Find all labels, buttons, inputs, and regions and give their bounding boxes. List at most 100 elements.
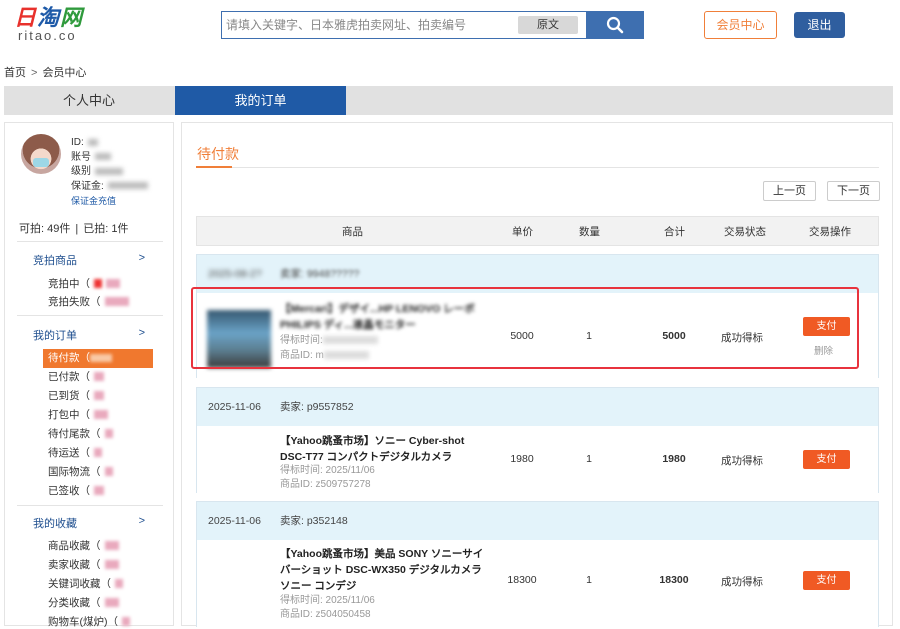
avatar <box>21 134 61 174</box>
sidebar-item-label: 已签收（ <box>48 485 90 497</box>
status: 成功得标 <box>721 576 763 588</box>
sidebar-item-awaiting-shipment[interactable]: 待运送（ <box>48 445 102 460</box>
order-header: 2025-11-06 卖家: p352148 <box>197 502 878 540</box>
deposit-value <box>107 182 148 190</box>
item-id: 商品ID: m <box>280 348 369 363</box>
unit-price: 1980 <box>510 453 534 465</box>
sidebar-item-balance-due[interactable]: 待付尾款（ <box>48 426 113 441</box>
sidebar-item-pending-payment[interactable]: 待付款（ <box>43 349 153 368</box>
user-id-label: ID: <box>71 137 84 148</box>
level-value <box>95 167 123 175</box>
unit-price: 5000 <box>510 330 534 342</box>
title-underline <box>196 166 232 168</box>
sidebar-item-label: 关键词收藏（ <box>48 578 111 590</box>
order-header: 2025-11-06 卖家: p9557852 <box>197 388 878 426</box>
order-seller[interactable]: 卖家: p352148 <box>280 502 348 540</box>
title-rule <box>196 167 879 168</box>
total: 5000 <box>662 330 686 342</box>
sidebar-item-label: 待运送（ <box>48 447 90 459</box>
tab-personal-center[interactable]: 个人中心 <box>4 86 174 115</box>
product-title[interactable]: 【Yahoo跳蚤市场】ソニー Cyber-shot DSC-T77 コンパクトデ… <box>280 433 485 465</box>
sidebar-item-fav-sellers[interactable]: 卖家收藏（ <box>48 557 119 572</box>
sidebar-item-label: 待付款（ <box>48 352 90 364</box>
breadcrumb-separator: > <box>31 67 38 79</box>
sidebar-item-packing[interactable]: 打包中（ <box>48 407 108 422</box>
sidebar-item-label: 竞拍失败（ <box>48 296 101 308</box>
logout-button[interactable]: 退出 <box>794 12 845 38</box>
count-separator: | <box>75 223 79 235</box>
logo-char-3: 网 <box>60 5 84 30</box>
member-center-button[interactable]: 会员中心 <box>704 11 777 39</box>
total: 18300 <box>659 574 689 586</box>
level-label: 级别 <box>71 166 91 177</box>
logo-subtitle: ritao.co <box>18 28 77 43</box>
sidebar-section-favorites[interactable]: 我的收藏 > <box>33 515 145 531</box>
original-text-toggle[interactable]: 原文 <box>518 16 578 34</box>
quantity: 1 <box>586 330 592 342</box>
deposit-label: 保证金: <box>71 180 104 192</box>
sidebar-item-label: 国际物流（ <box>48 466 101 478</box>
sidebar-item-received[interactable]: 已签收（ <box>48 483 104 498</box>
col-total: 合计 <box>664 226 685 238</box>
next-page-button[interactable]: 下一页 <box>827 181 880 201</box>
tab-my-orders[interactable]: 我的订单 <box>175 86 346 115</box>
item-id: 商品ID: z509757278 <box>280 479 371 490</box>
sidebar-item-paid[interactable]: 已付款（ <box>48 369 104 384</box>
product-title[interactable]: 【Mercari】デザイ...HP LENOVO レーボ PHILIPS ディ.… <box>280 301 485 333</box>
quantity: 1 <box>586 574 592 586</box>
sidebar-divider <box>17 315 163 316</box>
site-logo[interactable]: 日淘网 ritao.co <box>14 5 124 43</box>
pay-button[interactable]: 支付 <box>803 317 850 336</box>
pay-button[interactable]: 支付 <box>803 571 850 590</box>
sidebar-item-fav-items[interactable]: 商品收藏（ <box>48 538 119 553</box>
order-body: 【Mercari】デザイ...HP LENOVO レーボ PHILIPS ディ.… <box>197 293 878 379</box>
sidebar-item-fav-keywords[interactable]: 关键词收藏（ <box>48 576 123 591</box>
sidebar-item-bidding[interactable]: 竞拍中（ <box>48 276 120 291</box>
sidebar-item-label: 卖家收藏（ <box>48 559 101 571</box>
sidebar-item-cart-mercari[interactable]: 购物车(煤炉)（ <box>48 614 130 629</box>
order-date: 2025-11-06 <box>208 401 261 413</box>
col-actions: 交易操作 <box>809 226 851 238</box>
search-button[interactable] <box>586 12 643 38</box>
sidebar-section-bidding[interactable]: 竞拍商品 > <box>33 252 145 268</box>
tab-bar: 个人中心 我的订单 <box>4 86 893 115</box>
breadcrumb: 首页 > 会员中心 <box>4 64 86 80</box>
section-title: 竞拍商品 <box>33 255 77 267</box>
pay-button[interactable]: 支付 <box>803 450 850 469</box>
main-content: 待付款 上一页 下一页 商品 单价 数量 合计 交易状态 交易操作 2025-0… <box>181 122 893 628</box>
order-seller[interactable]: 卖家: 9948????? <box>280 255 359 293</box>
sidebar-item-fav-categories[interactable]: 分类收藏（ <box>48 595 119 610</box>
quantity: 1 <box>586 453 592 465</box>
search-icon <box>606 16 623 34</box>
order-date: 2025-11-06 <box>208 515 261 527</box>
section-title-pending-payment: 待付款 <box>197 146 239 162</box>
sidebar-item-label: 竞拍中（ <box>48 278 90 290</box>
order-body: 【Yahoo跳蚤市场】ソニー Cyber-shot DSC-T77 コンパクトデ… <box>197 426 878 494</box>
order-date: 2025-08-2? <box>208 268 262 280</box>
breadcrumb-home[interactable]: 首页 <box>4 67 26 79</box>
sidebar-item-arrived[interactable]: 已到货（ <box>48 388 104 403</box>
sidebar-item-label: 打包中（ <box>48 409 90 421</box>
deposit-topup-link[interactable]: 保证金充值 <box>71 194 148 209</box>
bid-time: 得标时间: <box>280 333 378 348</box>
delete-button[interactable]: 删除 <box>814 343 833 357</box>
status: 成功得标 <box>721 455 763 467</box>
product-title[interactable]: 【Yahoo跳蚤市场】美品 SONY ソニーサイバーショット DSC-WX350… <box>280 546 485 594</box>
product-thumbnail[interactable] <box>207 310 271 368</box>
prev-page-button[interactable]: 上一页 <box>763 181 816 201</box>
sidebar-item-intl-shipping[interactable]: 国际物流（ <box>48 464 113 479</box>
bid-time: 得标时间: 2025/11/06 <box>280 465 375 476</box>
col-product: 商品 <box>342 226 363 238</box>
order-seller[interactable]: 卖家: p9557852 <box>280 388 354 426</box>
item-id: 商品ID: z504050458 <box>280 609 371 620</box>
unit-price: 18300 <box>507 574 537 586</box>
logo-char-1: 日 <box>14 5 38 30</box>
col-status: 交易状态 <box>724 226 766 238</box>
table-header: 商品 单价 数量 合计 交易状态 交易操作 <box>196 216 879 246</box>
breadcrumb-current[interactable]: 会员中心 <box>42 67 86 79</box>
sidebar-item-label: 购物车(煤炉)（ <box>48 616 118 628</box>
user-id-value <box>87 138 98 146</box>
sidebar-item-bid-failed[interactable]: 竞拍失败（ <box>48 294 129 309</box>
sidebar-item-label: 待付尾款（ <box>48 428 101 440</box>
sidebar-section-orders[interactable]: 我的订单 > <box>33 327 145 343</box>
